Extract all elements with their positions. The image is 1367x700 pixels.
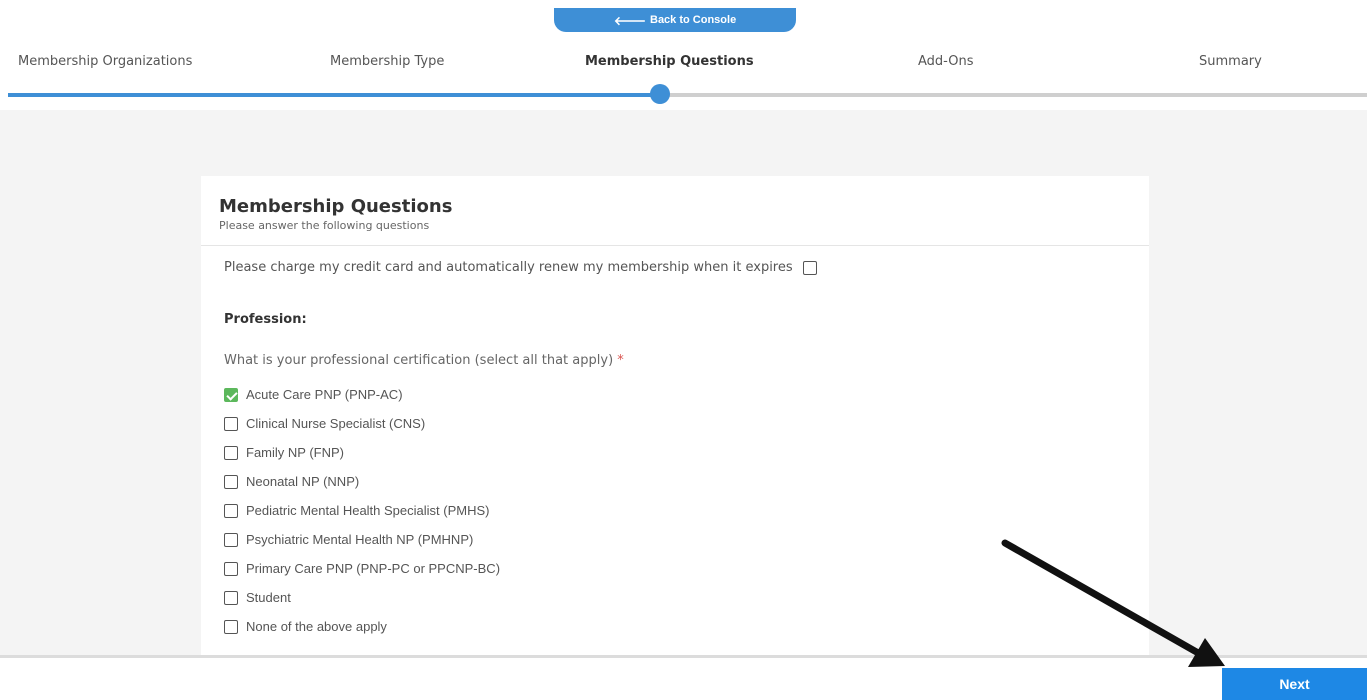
step-add-ons[interactable]: Add-Ons (918, 54, 973, 69)
autorenew-label: Please charge my credit card and automat… (224, 260, 793, 275)
option-checkbox[interactable] (224, 532, 238, 547)
option-psychiatric-mental-health-np[interactable]: Psychiatric Mental Health NP (PMHNP) (224, 525, 500, 554)
certification-question-label: What is your professional certification … (224, 353, 614, 368)
back-to-console-label: Back to Console (650, 14, 737, 26)
step-membership-questions[interactable]: Membership Questions (585, 54, 754, 69)
profession-section-label: Profession: (224, 312, 307, 327)
option-label: Pediatric Mental Health Specialist (PMHS… (246, 503, 490, 518)
certification-options: Acute Care PNP (PNP-AC) Clinical Nurse S… (224, 380, 500, 641)
back-to-console-button[interactable]: 🡐 Back to Console (554, 8, 796, 32)
progress-fill (8, 93, 660, 97)
option-label: None of the above apply (246, 619, 387, 634)
membership-questions-card: Membership Questions Please answer the f… (201, 176, 1149, 656)
progress-track (8, 93, 1367, 97)
top-bar: 🡐 Back to Console Membership Organizatio… (0, 0, 1367, 110)
option-neonatal-np[interactable]: Neonatal NP (NNP) (224, 467, 500, 496)
autorenew-checkbox[interactable] (802, 260, 817, 275)
progress-current-dot (650, 84, 670, 104)
option-student[interactable]: Student (224, 583, 500, 612)
option-label: Student (246, 590, 291, 605)
step-summary[interactable]: Summary (1199, 54, 1262, 69)
option-acute-care-pnp[interactable]: Acute Care PNP (PNP-AC) (224, 380, 500, 409)
autorenew-row: Please charge my credit card and automat… (224, 260, 817, 275)
option-label: Clinical Nurse Specialist (CNS) (246, 416, 426, 431)
option-none-of-the-above[interactable]: None of the above apply (224, 612, 500, 641)
card-header: Membership Questions Please answer the f… (201, 176, 1149, 246)
option-label: Primary Care PNP (PNP-PC or PPCNP-BC) (246, 561, 501, 576)
step-membership-organizations[interactable]: Membership Organizations (18, 54, 192, 69)
option-primary-care-pnp[interactable]: Primary Care PNP (PNP-PC or PPCNP-BC) (224, 554, 500, 583)
option-label: Psychiatric Mental Health NP (PMHNP) (246, 532, 474, 547)
option-label: Acute Care PNP (PNP-AC) (246, 387, 403, 402)
card-title: Membership Questions (219, 196, 453, 217)
option-checkbox[interactable] (224, 387, 238, 402)
option-pediatric-mental-health-specialist[interactable]: Pediatric Mental Health Specialist (PMHS… (224, 496, 500, 525)
option-clinical-nurse-specialist[interactable]: Clinical Nurse Specialist (CNS) (224, 409, 500, 438)
card-subtitle: Please answer the following questions (219, 219, 430, 232)
option-checkbox[interactable] (224, 619, 238, 634)
option-checkbox[interactable] (224, 561, 238, 576)
option-checkbox[interactable] (224, 445, 238, 460)
arrow-left-icon: 🡐 (613, 13, 646, 28)
step-membership-type[interactable]: Membership Type (330, 54, 444, 69)
option-checkbox[interactable] (224, 503, 238, 518)
certification-question: What is your professional certification … (224, 353, 624, 368)
option-checkbox[interactable] (224, 474, 238, 489)
option-checkbox[interactable] (224, 416, 238, 431)
required-marker: * (617, 353, 624, 368)
option-checkbox[interactable] (224, 590, 238, 605)
next-button[interactable]: Next (1222, 668, 1367, 700)
option-family-np[interactable]: Family NP (FNP) (224, 438, 500, 467)
option-label: Neonatal NP (NNP) (246, 474, 360, 489)
bottom-bar (0, 655, 1367, 700)
option-label: Family NP (FNP) (246, 445, 344, 460)
